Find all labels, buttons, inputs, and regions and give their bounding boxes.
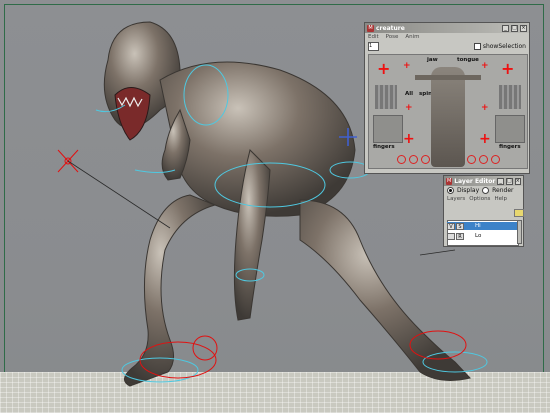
creature-menubar: Edit Pose Anim [365, 33, 529, 41]
finger-panel-left[interactable] [373, 115, 403, 143]
menu-edit[interactable]: Edit [368, 34, 379, 40]
menu-layers[interactable]: Layers [447, 196, 465, 202]
menu-options[interactable]: Options [469, 196, 490, 202]
show-selection-checkbox[interactable] [473, 43, 481, 50]
ik-control-right[interactable]: + [501, 59, 514, 78]
thumbnail-arms [415, 75, 481, 80]
close-button[interactable]: × [520, 24, 527, 32]
display-radio[interactable] [447, 187, 454, 194]
tongue-label[interactable]: tongue [457, 57, 479, 63]
layer-name: Hi [475, 223, 481, 229]
maximize-button[interactable]: □ [505, 177, 513, 185]
layer-visibility[interactable] [447, 232, 455, 240]
maya-icon: M [446, 177, 453, 185]
all-label[interactable]: All [405, 91, 413, 97]
window-title: creature [376, 24, 405, 32]
layer-type[interactable]: R [456, 232, 464, 240]
fingers-left-label[interactable]: fingers [373, 144, 395, 150]
fingers-right-label[interactable]: fingers [499, 144, 521, 150]
finger-panel-right[interactable] [495, 115, 525, 143]
hand-icon-left[interactable] [375, 85, 397, 109]
knee-control-right[interactable]: + [479, 131, 491, 147]
new-layer-icon[interactable] [514, 209, 524, 217]
foot-circle-3[interactable] [421, 155, 430, 164]
picker-panel: + + + + jaw tongue All spine fingers fin… [368, 54, 528, 169]
render-radio[interactable] [482, 187, 490, 194]
layer-menubar: Layers Options Help [444, 195, 523, 203]
layer-editor-titlebar[interactable]: M Layer Editor _ □ × [444, 176, 523, 186]
jaw-label[interactable]: jaw [427, 57, 438, 63]
layer-name: Lo [475, 233, 482, 239]
foot-circle-1[interactable] [397, 155, 406, 164]
render-radio-label: Render [492, 187, 514, 194]
ik-control-left[interactable]: + [377, 59, 390, 78]
menu-help[interactable]: Help [494, 196, 507, 202]
creature-picker-window[interactable]: M creature _ □ × Edit Pose Anim 1 showSe… [364, 22, 530, 174]
hand-icon-right[interactable] [499, 85, 521, 109]
menu-pose[interactable]: Pose [386, 34, 399, 40]
shoulder-control-right[interactable]: + [481, 61, 489, 71]
layer-type[interactable]: S [456, 222, 464, 230]
display-radio-label: Display [457, 187, 480, 194]
hip-control-right[interactable]: + [481, 103, 489, 113]
character-select[interactable]: 1 [368, 42, 379, 51]
knee-control-left[interactable]: + [403, 131, 415, 147]
show-selection-label: showSelection [482, 43, 526, 50]
creature-thumbnail[interactable] [431, 67, 465, 167]
shoulder-control-left[interactable]: + [403, 61, 411, 71]
display-render-radios: Display Render [444, 186, 523, 195]
close-button[interactable]: × [514, 177, 521, 185]
foot-circle-6[interactable] [491, 155, 500, 164]
layer-visibility[interactable]: V [447, 222, 455, 230]
creature-titlebar[interactable]: M creature _ □ × [365, 23, 529, 33]
layer-editor-title: Layer Editor [454, 177, 496, 185]
maya-icon: M [367, 24, 374, 32]
layer-editor-window[interactable]: M Layer Editor _ □ × Display Render Laye… [443, 175, 524, 247]
minimize-button[interactable]: _ [502, 24, 509, 32]
foot-circle-2[interactable] [409, 155, 418, 164]
hip-control-left[interactable]: + [405, 103, 413, 113]
layer-row-hi[interactable]: V S Hi [447, 222, 519, 230]
foot-circle-4[interactable] [467, 155, 476, 164]
layer-scrollbar[interactable] [517, 220, 522, 244]
minimize-button[interactable]: _ [497, 177, 504, 185]
maximize-button[interactable]: □ [511, 24, 518, 32]
menu-anim[interactable]: Anim [405, 34, 419, 40]
layer-row-lo[interactable]: R Lo [447, 232, 519, 240]
foot-circle-5[interactable] [479, 155, 488, 164]
